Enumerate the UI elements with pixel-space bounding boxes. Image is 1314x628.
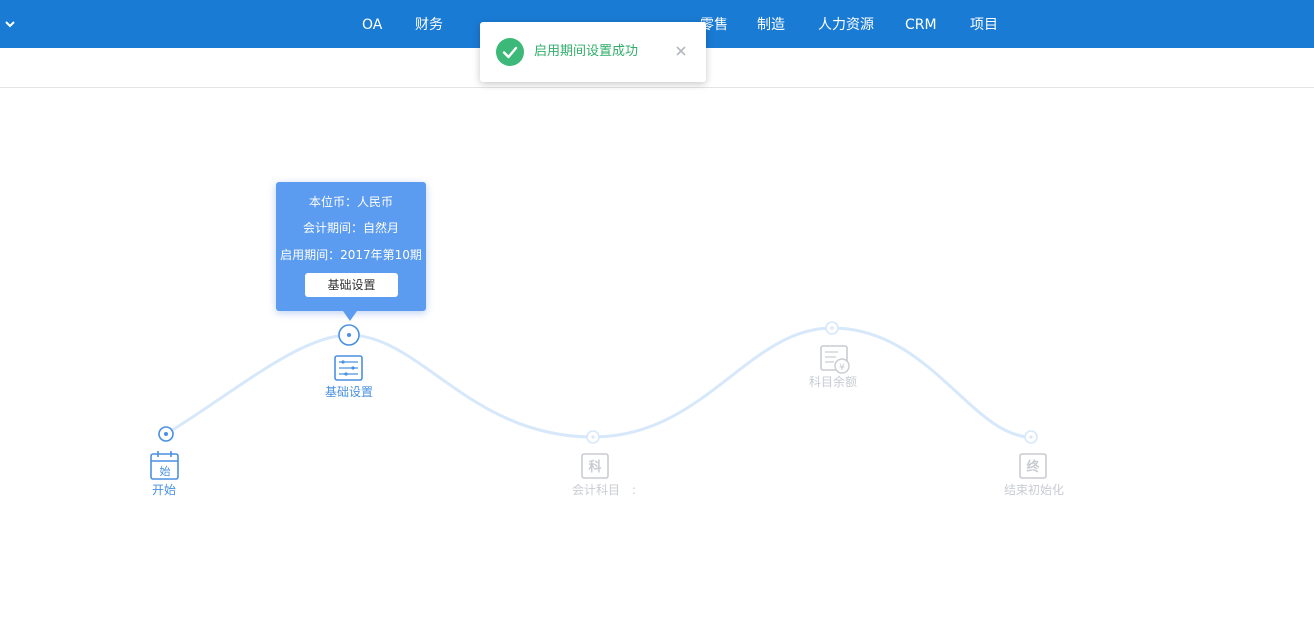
step-node-accounting-subjects: [586, 430, 600, 444]
svg-text:终: 终: [1026, 459, 1040, 475]
svg-text:科: 科: [588, 459, 601, 475]
nav-item-finance[interactable]: 财务: [415, 15, 443, 35]
step-label-subject-balances: 科目余额: [809, 375, 858, 389]
step-node-finish-init: [1024, 430, 1038, 444]
step-label-finish-init: 结束初始化: [1004, 483, 1065, 497]
nav-item-crm[interactable]: CRM: [905, 15, 937, 35]
step-label-start[interactable]: 开始: [152, 482, 176, 498]
step-node-start: [158, 426, 174, 442]
nav-item-hr[interactable]: 人力资源: [818, 15, 874, 35]
step-node-subject-balances: [825, 321, 839, 335]
check-circle-icon: [496, 38, 524, 66]
settings-sliders-icon: [334, 355, 363, 381]
nav-item-oa[interactable]: OA: [362, 15, 382, 35]
stray-text: :: [632, 483, 637, 497]
step-info-popover: 本位币：人民币 会计期间：自然月 启用期间：2017年第10期 基础设置: [276, 182, 426, 321]
popover-arrow: [343, 311, 357, 321]
init-progress-flow: 始 科 ¥ 终: [150, 321, 1047, 480]
calendar-icon: 始: [150, 451, 179, 480]
currency-info: 本位币：人民币: [308, 195, 393, 209]
nav-item-project[interactable]: 项目: [970, 15, 998, 35]
step-label-basic-settings[interactable]: 基础设置: [325, 384, 373, 400]
svg-text:始: 始: [160, 464, 171, 478]
step-node-basic-settings: [338, 324, 360, 346]
basic-settings-button[interactable]: 基础设置: [305, 273, 398, 297]
start-period-info: 启用期间：2017年第10期: [280, 248, 422, 262]
progress-curve: [165, 326, 1032, 439]
finish-icon: 终: [1019, 453, 1047, 479]
ledger-balance-icon: ¥: [820, 345, 850, 374]
close-icon[interactable]: [674, 44, 688, 58]
accounting-period-info: 会计期间：自然月: [302, 221, 399, 235]
subject-icon: 科: [581, 453, 609, 479]
step-label-accounting-subjects: 会计科目: [572, 483, 621, 497]
svg-text:¥: ¥: [839, 363, 845, 373]
nav-item-manufacturing[interactable]: 制造: [757, 15, 785, 35]
toast-message: 启用期间设置成功: [534, 44, 639, 59]
success-toast: 启用期间设置成功: [480, 22, 706, 82]
